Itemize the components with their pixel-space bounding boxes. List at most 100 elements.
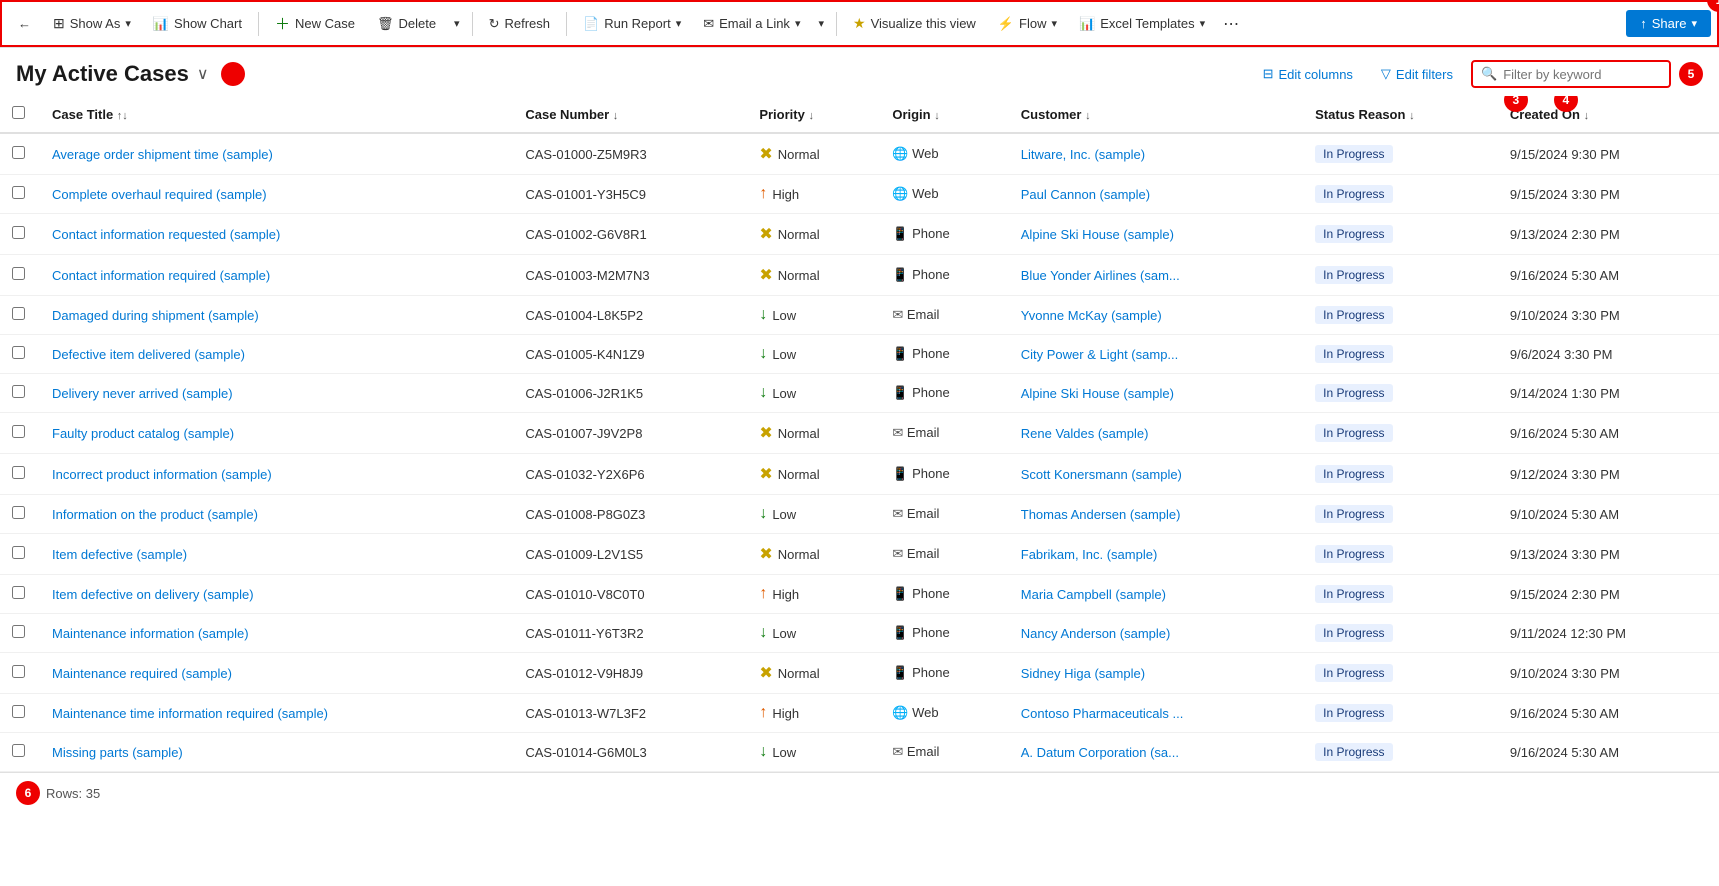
case-title-link[interactable]: Maintenance information (sample) [52,626,249,641]
row-checkbox[interactable] [12,267,25,280]
customer-link[interactable]: Maria Campbell (sample) [1021,587,1166,602]
run-report-button[interactable]: 📄 Run Report ▾ [573,10,691,38]
row-checkbox[interactable] [12,506,25,519]
origin-cell: 📱 Phone [880,614,1008,653]
case-title-link[interactable]: Contact information requested (sample) [52,227,280,242]
created-on-value: 9/13/2024 3:30 PM [1510,547,1620,562]
share-button[interactable]: ↑ Share ▾ [1626,10,1711,37]
case-title-link[interactable]: Maintenance time information required (s… [52,706,328,721]
customer-link[interactable]: Thomas Andersen (sample) [1021,507,1181,522]
customer-link[interactable]: Paul Cannon (sample) [1021,187,1150,202]
customer-link[interactable]: Fabrikam, Inc. (sample) [1021,547,1158,562]
share-chevron-icon: ▾ [1691,17,1697,30]
select-all-checkbox[interactable] [12,106,25,119]
row-checkbox[interactable] [12,665,25,678]
customer-link[interactable]: Litware, Inc. (sample) [1021,147,1145,162]
edit-filters-button[interactable]: ▽ Edit filters [1371,61,1463,87]
refresh-button[interactable]: ↻ Refresh [479,10,560,38]
table-row: Damaged during shipment (sample) CAS-010… [0,296,1719,335]
refresh-label: Refresh [504,16,550,31]
case-title-link[interactable]: Missing parts (sample) [52,745,183,760]
show-chart-label: Show Chart [174,16,242,31]
visualize-button[interactable]: ★ Visualize this view [843,9,986,38]
customer-link[interactable]: Alpine Ski House (sample) [1021,386,1174,401]
case-title-link[interactable]: Average order shipment time (sample) [52,147,273,162]
row-checkbox[interactable] [12,226,25,239]
row-checkbox[interactable] [12,744,25,757]
customer-link[interactable]: Alpine Ski House (sample) [1021,227,1174,242]
customer-link[interactable]: City Power & Light (samp... [1021,347,1179,362]
show-chart-button[interactable]: 📊 Show Chart [143,10,252,38]
view-title-chevron-icon[interactable]: ∨ [197,64,209,84]
case-title-link[interactable]: Maintenance required (sample) [52,666,232,681]
customer-link[interactable]: Yvonne McKay (sample) [1021,308,1162,323]
case-title-link[interactable]: Faulty product catalog (sample) [52,426,234,441]
case-title-link[interactable]: Incorrect product information (sample) [52,467,272,482]
case-title-link[interactable]: Item defective (sample) [52,547,187,562]
customer-cell: Scott Konersmann (sample) [1009,454,1303,495]
col-created-on[interactable]: Created On ↓ [1498,96,1719,133]
origin-cell: 📱 Phone [880,575,1008,614]
flow-button[interactable]: ⚡ Flow ▾ [988,10,1067,38]
status-reason-cell: In Progress [1303,733,1498,772]
row-checkbox[interactable] [12,146,25,159]
row-checkbox[interactable] [12,466,25,479]
row-checkbox[interactable] [12,307,25,320]
customer-link[interactable]: Scott Konersmann (sample) [1021,467,1182,482]
case-title-link[interactable]: Information on the product (sample) [52,507,258,522]
status-badge: In Progress [1315,545,1392,563]
ellipsis-button[interactable]: ⋯ [1217,8,1247,40]
delete-button[interactable]: 🗑 Delete [367,10,446,38]
filter-keyword-input[interactable] [1503,67,1661,82]
table-row: Average order shipment time (sample) CAS… [0,133,1719,175]
col-status-reason[interactable]: Status Reason ↓ 3 4 [1303,96,1498,133]
origin-value: Web [912,705,939,720]
customer-cell: Fabrikam, Inc. (sample) [1009,534,1303,575]
back-button[interactable]: ← [8,10,41,37]
priority-cell: ↓ Low [747,296,880,335]
origin-cell: 📱 Phone [880,214,1008,255]
customer-link[interactable]: Blue Yonder Airlines (sam... [1021,268,1180,283]
row-checkbox[interactable] [12,546,25,559]
case-title-link[interactable]: Contact information required (sample) [52,268,270,283]
status-badge: In Progress [1315,704,1392,722]
email-link-button[interactable]: ✉ Email a Link ▾ [693,10,810,38]
customer-link[interactable]: Nancy Anderson (sample) [1021,626,1171,641]
origin-icon: 📱 [892,665,908,680]
case-number-value: CAS-01032-Y2X6P6 [525,467,644,482]
case-title-link[interactable]: Defective item delivered (sample) [52,347,245,362]
cases-table: Case Title ↑↓ Case Number ↓ Priority ↓ O… [0,96,1719,772]
case-title-link[interactable]: Damaged during shipment (sample) [52,308,259,323]
col-customer[interactable]: Customer ↓ [1009,96,1303,133]
customer-link[interactable]: Sidney Higa (sample) [1021,666,1145,681]
show-as-button[interactable]: ⊞ Show As ▾ [43,9,141,38]
delete-dropdown-button[interactable]: ▾ [448,11,466,36]
row-checkbox[interactable] [12,705,25,718]
customer-link[interactable]: Contoso Pharmaceuticals ... [1021,706,1184,721]
case-number-cell: CAS-01002-G6V8R1 [513,214,747,255]
customer-link[interactable]: A. Datum Corporation (sa... [1021,745,1179,760]
case-title-link[interactable]: Delivery never arrived (sample) [52,386,233,401]
case-title-cell: Maintenance required (sample) [40,653,513,694]
row-checkbox[interactable] [12,425,25,438]
row-checkbox[interactable] [12,625,25,638]
row-checkbox[interactable] [12,586,25,599]
row-checkbox[interactable] [12,346,25,359]
edit-columns-button[interactable]: ⊟ Edit columns [1253,61,1363,87]
excel-button[interactable]: 📊 Excel Templates ▾ [1069,10,1215,38]
origin-value: Phone [912,625,950,640]
customer-link[interactable]: Rene Valdes (sample) [1021,426,1149,441]
origin-value: Phone [912,586,950,601]
case-title-link[interactable]: Complete overhaul required (sample) [52,187,267,202]
origin-cell: ✉ Email [880,733,1008,772]
col-case-title[interactable]: Case Title ↑↓ [40,96,513,133]
more-button[interactable]: ▾ [812,11,830,36]
row-checkbox[interactable] [12,385,25,398]
col-case-number[interactable]: Case Number ↓ [513,96,747,133]
new-case-button[interactable]: ＋ New Case [265,7,365,40]
col-origin[interactable]: Origin ↓ [880,96,1008,133]
case-number-sort-icon: ↓ [613,110,619,122]
case-title-link[interactable]: Item defective on delivery (sample) [52,587,254,602]
row-checkbox[interactable] [12,186,25,199]
col-priority[interactable]: Priority ↓ [747,96,880,133]
